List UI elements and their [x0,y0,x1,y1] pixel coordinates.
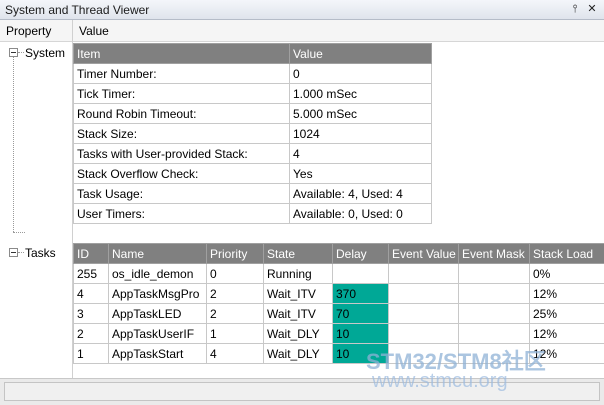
system-table-row[interactable]: Tick Timer: 1.000 mSec [73,83,432,104]
task-cell-delay: 10 [332,323,389,344]
tasks-header-state[interactable]: State [263,243,333,264]
system-item-cell: Stack Size: [73,123,290,144]
task-cell-name: AppTaskUserIF [108,323,207,344]
task-cell-priority: 2 [206,283,264,304]
task-cell-priority: 0 [206,263,264,284]
system-value-cell: 5.000 mSec [289,103,432,124]
task-row[interactable]: 255 os_idle_demon 0 Running 0% [73,263,604,284]
system-table-row[interactable]: User Timers: Available: 0, Used: 0 [73,203,432,224]
system-value-cell: 4 [289,143,432,164]
system-table-row[interactable]: Round Robin Timeout: 5.000 mSec [73,103,432,124]
tasks-header-name[interactable]: Name [108,243,207,264]
tree-connector [13,232,25,233]
task-cell-state: Wait_DLY [263,323,333,344]
tasks-header-stack-load[interactable]: Stack Load [529,243,604,264]
task-cell-event-mask [458,263,530,284]
system-item-cell: Timer Number: [73,63,290,84]
tree-item-system[interactable]: System [25,46,65,60]
task-cell-state: Wait_ITV [263,283,333,304]
task-cell-name: AppTaskStart [108,343,207,364]
task-cell-event-value [388,303,459,324]
property-column-header[interactable]: Property [6,24,51,38]
tasks-header-id[interactable]: ID [73,243,109,264]
status-field [4,382,600,401]
task-row[interactable]: 4 AppTaskMsgPro 2 Wait_ITV 370 12% [73,283,604,304]
watermark-url: www.stmcu.org [372,370,508,392]
task-cell-event-mask [458,323,530,344]
task-cell-event-mask [458,283,530,304]
tree-connector [13,57,14,232]
task-cell-id: 1 [73,343,109,364]
task-cell-stack-load: 0% [529,263,604,284]
system-item-cell: User Timers: [73,203,290,224]
title-bar: System and Thread Viewer ⫯ ✕ [0,0,604,20]
system-collapse-toggle[interactable] [9,48,18,57]
task-cell-name: AppTaskLED [108,303,207,324]
system-value-cell: 1024 [289,123,432,144]
tree-connector [18,52,24,53]
column-header-bar: Property Value [0,20,604,42]
window-title: System and Thread Viewer [5,3,150,17]
system-value-cell: Available: 4, Used: 4 [289,183,432,204]
task-cell-event-value [388,283,459,304]
task-cell-name: os_idle_demon [108,263,207,284]
task-row[interactable]: 2 AppTaskUserIF 1 Wait_DLY 10 12% [73,323,604,344]
task-cell-event-value [388,263,459,284]
task-cell-delay: 370 [332,283,389,304]
task-cell-priority: 2 [206,303,264,324]
system-item-cell: Tick Timer: [73,83,290,104]
task-cell-stack-load: 12% [529,283,604,304]
tasks-collapse-toggle[interactable] [9,248,18,257]
task-cell-event-mask [458,303,530,324]
system-table-row[interactable]: Task Usage: Available: 4, Used: 4 [73,183,432,204]
pin-icon[interactable]: ⫯ [568,2,582,16]
system-item-cell: Round Robin Timeout: [73,103,290,124]
system-table-header: Item Value [73,43,432,64]
tree-connector [18,252,24,253]
close-icon[interactable]: ✕ [585,2,599,16]
system-value-cell: Available: 0, Used: 0 [289,203,432,224]
task-cell-state: Running [263,263,333,284]
system-table-row[interactable]: Stack Size: 1024 [73,123,432,144]
value-column-header[interactable]: Value [79,24,109,38]
system-value-cell: Yes [289,163,432,184]
header-item[interactable]: Item [73,43,290,64]
task-cell-id: 2 [73,323,109,344]
task-row[interactable]: 3 AppTaskLED 2 Wait_ITV 70 25% [73,303,604,324]
task-cell-event-value [388,323,459,344]
system-table: Item Value Timer Number: 0 Tick Timer: 1.00… [73,43,432,224]
task-cell-id: 4 [73,283,109,304]
task-cell-priority: 1 [206,323,264,344]
tasks-table-header: ID Name Priority State Delay Event Value Event… [73,243,604,264]
task-cell-id: 255 [73,263,109,284]
system-item-cell: Tasks with User-provided Stack: [73,143,290,164]
tasks-header-event-value[interactable]: Event Value [388,243,459,264]
system-table-row[interactable]: Tasks with User-provided Stack: 4 [73,143,432,164]
task-cell-delay [332,263,389,284]
tasks-header-delay[interactable]: Delay [332,243,389,264]
status-bar [0,378,604,405]
task-cell-stack-load: 12% [529,323,604,344]
system-value-cell: 1.000 mSec [289,83,432,104]
task-cell-delay: 70 [332,303,389,324]
system-table-row[interactable]: Stack Overflow Check: Yes [73,163,432,184]
header-value[interactable]: Value [289,43,432,64]
task-cell-id: 3 [73,303,109,324]
task-cell-name: AppTaskMsgPro [108,283,207,304]
system-item-cell: Stack Overflow Check: [73,163,290,184]
task-cell-state: Wait_ITV [263,303,333,324]
tree-item-tasks[interactable]: Tasks [25,246,56,260]
system-value-cell: 0 [289,63,432,84]
tasks-header-event-mask[interactable]: Event Mask [458,243,530,264]
system-item-cell: Task Usage: [73,183,290,204]
task-cell-state: Wait_DLY [263,343,333,364]
task-cell-stack-load: 25% [529,303,604,324]
system-table-row[interactable]: Timer Number: 0 [73,63,432,84]
task-cell-priority: 4 [206,343,264,364]
tasks-header-priority[interactable]: Priority [206,243,264,264]
